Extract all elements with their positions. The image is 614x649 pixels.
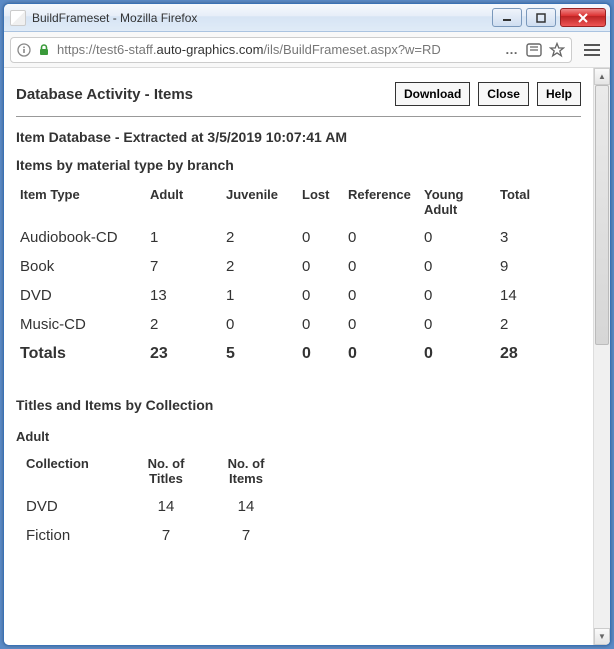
scroll-up-button[interactable]: ▲ bbox=[594, 68, 610, 85]
close-button[interactable]: Close bbox=[478, 82, 529, 106]
cell-value: 1 bbox=[146, 223, 222, 252]
menu-button[interactable] bbox=[580, 38, 604, 62]
lock-icon bbox=[37, 43, 51, 57]
cell-value: 0 bbox=[298, 252, 344, 281]
cell-items: 7 bbox=[206, 521, 286, 550]
section2-heading: Titles and Items by Collection bbox=[16, 397, 581, 413]
cell-collection: Fiction bbox=[16, 521, 126, 550]
cell-value: 14 bbox=[496, 281, 581, 310]
download-button[interactable]: Download bbox=[395, 82, 470, 106]
cell-type: Audiobook-CD bbox=[16, 223, 146, 252]
cell-value: 0 bbox=[420, 223, 496, 252]
cell-value: 0 bbox=[298, 310, 344, 339]
favicon bbox=[10, 10, 26, 26]
cell-value: 0 bbox=[420, 252, 496, 281]
reader-icon[interactable] bbox=[525, 42, 543, 58]
cell-type: Music-CD bbox=[16, 310, 146, 339]
col-no-items: No. of Items bbox=[206, 450, 286, 492]
totals-value: 0 bbox=[420, 339, 496, 369]
col-lost: Lost bbox=[298, 181, 344, 223]
cell-value: 2 bbox=[496, 310, 581, 339]
cell-value: 0 bbox=[420, 281, 496, 310]
cell-value: 0 bbox=[344, 281, 420, 310]
totals-value: 5 bbox=[222, 339, 298, 369]
minimize-icon bbox=[502, 13, 512, 23]
cell-value: 0 bbox=[344, 223, 420, 252]
table-row: Music-CD200002 bbox=[16, 310, 581, 339]
col-total: Total bbox=[496, 181, 581, 223]
cell-titles: 14 bbox=[126, 492, 206, 521]
cell-value: 2 bbox=[222, 252, 298, 281]
totals-value: 23 bbox=[146, 339, 222, 369]
table-row: Fiction77 bbox=[16, 521, 286, 550]
cell-value: 7 bbox=[146, 252, 222, 281]
col-juvenile: Juvenile bbox=[222, 181, 298, 223]
cell-value: 0 bbox=[222, 310, 298, 339]
col-no-titles: No. of Titles bbox=[126, 450, 206, 492]
collection-table: Collection No. of Titles No. of Items DV… bbox=[16, 450, 286, 550]
items-table: Item Type Adult Juvenile Lost Reference … bbox=[16, 181, 581, 369]
scroll-down-button[interactable]: ▼ bbox=[594, 628, 610, 645]
page-content: Database Activity - Items Download Close… bbox=[4, 68, 593, 645]
extract-heading: Item Database - Extracted at 3/5/2019 10… bbox=[16, 129, 581, 145]
address-bar-row: https://test6-staff.auto-graphics.com/il… bbox=[4, 32, 610, 68]
cell-collection: DVD bbox=[16, 492, 126, 521]
address-bar[interactable]: https://test6-staff.auto-graphics.com/il… bbox=[10, 37, 572, 63]
window-title: BuildFrameset - Mozilla Firefox bbox=[32, 11, 492, 25]
scroll-thumb[interactable] bbox=[595, 85, 609, 345]
cell-value: 13 bbox=[146, 281, 222, 310]
cell-value: 3 bbox=[496, 223, 581, 252]
col-collection: Collection bbox=[16, 450, 126, 492]
cell-value: 0 bbox=[420, 310, 496, 339]
close-icon bbox=[577, 12, 589, 24]
section1-heading: Items by material type by branch bbox=[16, 157, 581, 173]
url-text: https://test6-staff.auto-graphics.com/il… bbox=[57, 42, 499, 57]
totals-value: 28 bbox=[496, 339, 581, 369]
totals-value: 0 bbox=[298, 339, 344, 369]
totals-row: Totals23500028 bbox=[16, 339, 581, 369]
table-row: DVD13100014 bbox=[16, 281, 581, 310]
cell-type: Book bbox=[16, 252, 146, 281]
minimize-button[interactable] bbox=[492, 8, 522, 27]
maximize-icon bbox=[536, 13, 546, 23]
cell-value: 0 bbox=[344, 310, 420, 339]
page-title: Database Activity - Items bbox=[16, 86, 387, 103]
col-adult: Adult bbox=[146, 181, 222, 223]
help-button[interactable]: Help bbox=[537, 82, 581, 106]
col-young-adult: Young Adult bbox=[420, 181, 496, 223]
cell-value: 0 bbox=[344, 252, 420, 281]
info-icon[interactable] bbox=[17, 43, 31, 57]
close-window-button[interactable] bbox=[560, 8, 606, 27]
cell-value: 2 bbox=[222, 223, 298, 252]
star-icon[interactable] bbox=[549, 42, 565, 58]
cell-value: 9 bbox=[496, 252, 581, 281]
col-reference: Reference bbox=[344, 181, 420, 223]
cell-value: 1 bbox=[222, 281, 298, 310]
maximize-button[interactable] bbox=[526, 8, 556, 27]
vertical-scrollbar[interactable]: ▲ ▼ bbox=[593, 68, 610, 645]
hamburger-icon bbox=[584, 44, 600, 46]
cell-items: 14 bbox=[206, 492, 286, 521]
cell-type: DVD bbox=[16, 281, 146, 310]
cell-titles: 7 bbox=[126, 521, 206, 550]
table-row: Audiobook-CD120003 bbox=[16, 223, 581, 252]
more-icon[interactable]: … bbox=[505, 42, 519, 57]
totals-label: Totals bbox=[16, 339, 146, 369]
window-titlebar: BuildFrameset - Mozilla Firefox bbox=[4, 4, 610, 32]
col-item-type: Item Type bbox=[16, 181, 146, 223]
section2-sub: Adult bbox=[16, 429, 581, 444]
cell-value: 0 bbox=[298, 281, 344, 310]
totals-value: 0 bbox=[344, 339, 420, 369]
table-row: DVD1414 bbox=[16, 492, 286, 521]
cell-value: 0 bbox=[298, 223, 344, 252]
cell-value: 2 bbox=[146, 310, 222, 339]
table-row: Book720009 bbox=[16, 252, 581, 281]
